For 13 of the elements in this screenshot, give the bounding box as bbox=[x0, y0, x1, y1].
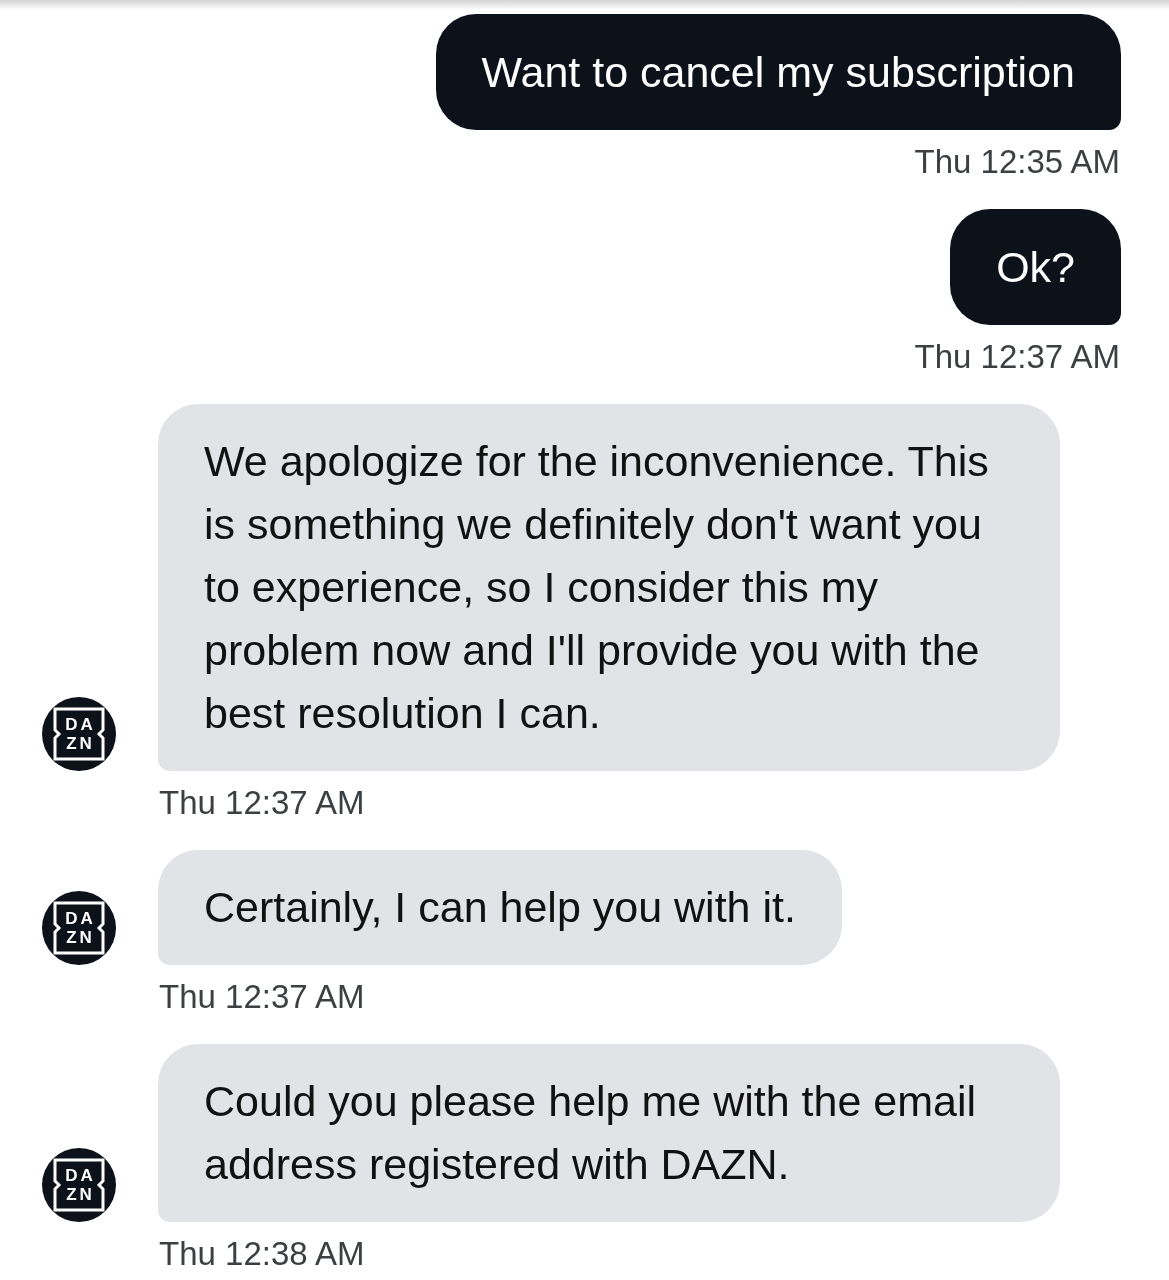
received-message-bubble: We apologize for the inconvenience. This is something we definitely don't want you to experience, so I consider this my problem now and I'll provide you with the best resolution I can. bbox=[158, 404, 1060, 771]
message-time: Thu 12:35 AM bbox=[914, 142, 1120, 182]
logo-avatar: DA ZN bbox=[42, 891, 116, 965]
logo-avatar: DA ZN bbox=[42, 697, 116, 771]
message-time: Thu 12:38 AM bbox=[159, 1234, 365, 1274]
logo-avatar: DA ZN bbox=[42, 1148, 116, 1222]
received-message-bubble: Could you please help me with the email address registered with DAZN. bbox=[158, 1044, 1060, 1222]
message-time: Thu 12:37 AM bbox=[159, 977, 365, 1017]
message-time: Thu 12:37 AM bbox=[159, 783, 365, 823]
message-time: Thu 12:37 AM bbox=[914, 337, 1120, 377]
received-message-bubble: Certainly, I can help you with it. bbox=[158, 850, 842, 965]
sent-message-bubble: Ok? bbox=[950, 209, 1121, 325]
sent-message-bubble: Want to cancel my subscription bbox=[435, 14, 1121, 130]
